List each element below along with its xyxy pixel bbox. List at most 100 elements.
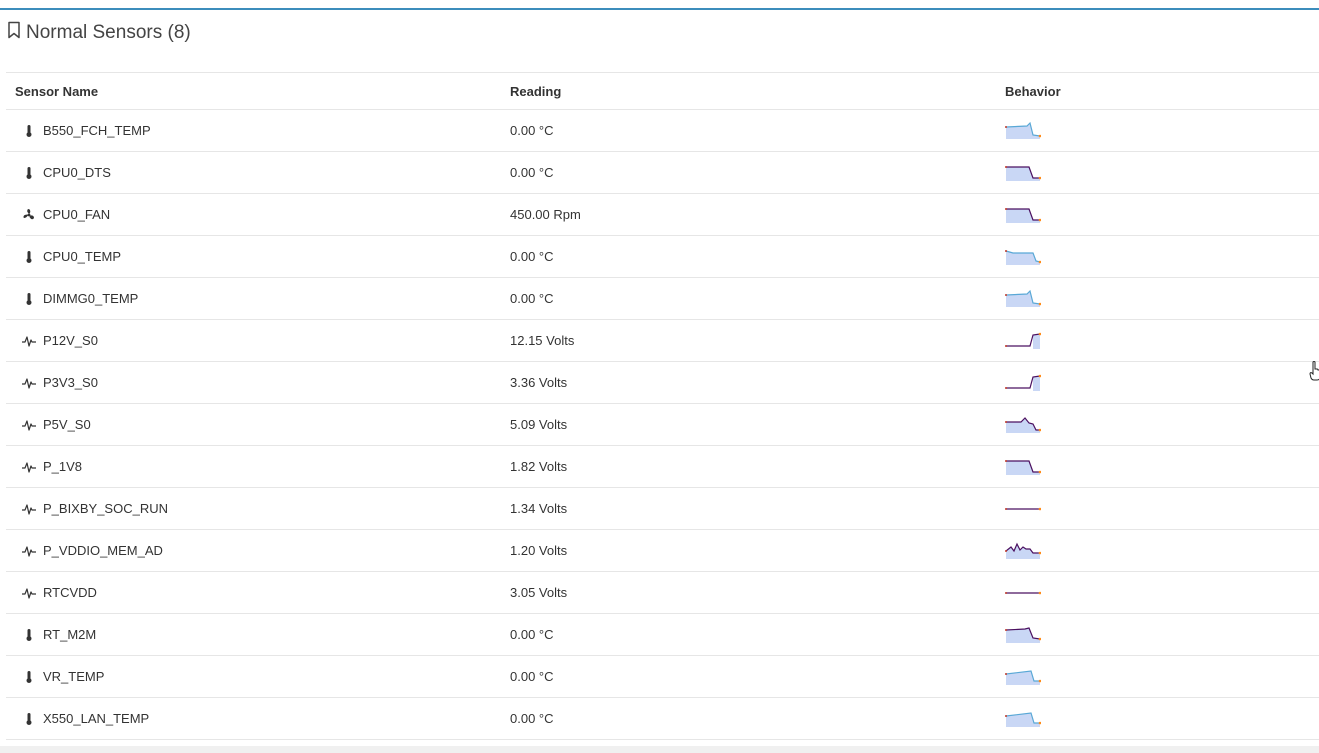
table-row[interactable]: P_BIXBY_SOC_RUN 1.34 Volts — [6, 488, 1319, 530]
sensor-name[interactable]: P_1V8 — [43, 459, 82, 474]
sensor-name[interactable]: RT_M2M — [43, 627, 96, 642]
sensor-name-cell: B550_FCH_TEMP — [6, 110, 510, 152]
sensor-reading: 3.05 Volts — [510, 585, 568, 600]
table-row[interactable]: DIMMG0_TEMP 0.00 °C — [6, 278, 1319, 320]
sensor-name-cell: X550_LAN_TEMP — [6, 698, 510, 740]
sensor-behavior-cell — [1005, 572, 1319, 614]
sparkline-start-marker — [1005, 591, 1007, 594]
table-row[interactable]: X550_LAN_TEMP 0.00 °C — [6, 698, 1319, 740]
sparkline-start-marker — [1005, 207, 1007, 210]
sensor-name[interactable]: RTCVDD — [43, 585, 97, 600]
sensor-name-cell: CPU0_FAN — [6, 194, 510, 236]
table-row[interactable]: CPU0_DTS 0.00 °C — [6, 152, 1319, 194]
sparkline-area — [1006, 166, 1040, 181]
table-row[interactable]: P3V3_S0 3.36 Volts — [6, 362, 1319, 404]
column-header-behavior[interactable]: Behavior — [1005, 72, 1319, 110]
sparkline — [1005, 711, 1041, 727]
sensor-name-cell: RTCVDD — [6, 572, 510, 614]
sensor-name[interactable]: CPU0_TEMP — [43, 249, 121, 264]
sparkline-start-marker — [1005, 386, 1007, 389]
sensor-name-cell: VR_TEMP — [6, 656, 510, 698]
table-row[interactable]: P5V_S0 5.09 Volts — [6, 404, 1319, 446]
sparkline — [1005, 374, 1041, 391]
sensor-reading: 0.00 °C — [510, 711, 554, 726]
sensor-name-cell: DIMMG0_TEMP — [6, 278, 510, 320]
sensor-behavior-cell — [1005, 194, 1319, 236]
panel-title: Normal Sensors (8) — [26, 22, 191, 43]
sparkline — [1005, 121, 1041, 139]
sensor-behavior-cell — [1005, 698, 1319, 740]
table-row[interactable]: P12V_S0 12.15 Volts — [6, 320, 1319, 362]
sensor-name[interactable]: CPU0_DTS — [43, 165, 111, 180]
table-row[interactable]: P_1V8 1.82 Volts — [6, 446, 1319, 488]
sparkline-area — [1006, 122, 1040, 139]
sparkline-area — [1006, 460, 1040, 475]
table-row[interactable]: CPU0_TEMP 0.00 °C — [6, 236, 1319, 278]
sparkline-start-marker — [1005, 293, 1007, 296]
fan-icon — [22, 208, 36, 222]
sparkline — [1005, 626, 1041, 643]
sparkline — [1005, 165, 1041, 181]
sensor-name[interactable]: B550_FCH_TEMP — [43, 123, 151, 138]
sensor-behavior-cell — [1005, 656, 1319, 698]
sensor-name[interactable]: P12V_S0 — [43, 333, 98, 348]
bookmark-icon — [6, 21, 22, 45]
sensor-reading: 0.00 °C — [510, 669, 554, 684]
sensor-behavior-cell — [1005, 236, 1319, 278]
sensor-name-cell: P3V3_S0 — [6, 362, 510, 404]
sensor-behavior-cell — [1005, 446, 1319, 488]
table-row[interactable]: RTCVDD 3.05 Volts — [6, 572, 1319, 614]
column-header-sensor-name[interactable]: Sensor Name — [6, 72, 510, 110]
sparkline — [1005, 416, 1041, 433]
thermometer-icon — [22, 628, 36, 642]
sparkline — [1005, 459, 1041, 475]
sensor-reading: 1.34 Volts — [510, 501, 568, 516]
sparkline-start-marker — [1005, 507, 1007, 510]
horizontal-scrollbar[interactable] — [0, 746, 1319, 753]
sensor-reading: 1.82 Volts — [510, 459, 568, 474]
sparkline-end-marker — [1038, 507, 1041, 510]
sensor-table: Sensor Name Reading Behavior B550_FCH_TE… — [6, 72, 1319, 740]
table-row[interactable]: RT_M2M 0.00 °C — [6, 614, 1319, 656]
column-header-reading[interactable]: Reading — [510, 72, 1005, 110]
sensor-name-cell: P12V_S0 — [6, 320, 510, 362]
sensor-behavior-cell — [1005, 320, 1319, 362]
thermometer-icon — [22, 712, 36, 726]
pulse-icon — [22, 544, 36, 558]
sensor-reading: 3.36 Volts — [510, 375, 568, 390]
sensor-name[interactable]: VR_TEMP — [43, 669, 104, 684]
table-row[interactable]: CPU0_FAN 450.00 Rpm — [6, 194, 1319, 236]
table-row[interactable]: VR_TEMP 0.00 °C — [6, 656, 1319, 698]
sensor-name[interactable]: DIMMG0_TEMP — [43, 291, 138, 306]
sparkline — [1005, 332, 1041, 349]
sparkline — [1005, 249, 1041, 265]
sensor-reading: 5.09 Volts — [510, 417, 568, 432]
sensor-name-cell: CPU0_DTS — [6, 152, 510, 194]
sensor-name[interactable]: X550_LAN_TEMP — [43, 711, 149, 726]
pulse-icon — [22, 502, 36, 516]
sparkline-start-marker — [1005, 549, 1007, 552]
sparkline-start-marker — [1005, 420, 1007, 423]
sensor-reading: 450.00 Rpm — [510, 207, 581, 222]
sensor-name[interactable]: P_VDDIO_MEM_AD — [43, 543, 163, 558]
panel-top-border — [0, 8, 1319, 10]
pulse-icon — [22, 586, 36, 600]
sensor-reading: 0.00 °C — [510, 165, 554, 180]
sparkline-start-marker — [1005, 672, 1007, 675]
pulse-icon — [22, 376, 36, 390]
thermometer-icon — [22, 670, 36, 684]
sparkline-start-marker — [1005, 165, 1007, 168]
sensor-reading: 12.15 Volts — [510, 333, 575, 348]
sensor-name[interactable]: P_BIXBY_SOC_RUN — [43, 501, 168, 516]
table-row[interactable]: P_VDDIO_MEM_AD 1.20 Volts — [6, 530, 1319, 572]
sensor-name[interactable]: P5V_S0 — [43, 417, 91, 432]
pulse-icon — [22, 334, 36, 348]
sensor-behavior-cell — [1005, 110, 1319, 152]
sparkline-area — [1033, 375, 1040, 391]
sparkline-start-marker — [1005, 714, 1007, 717]
sparkline — [1005, 507, 1041, 510]
sensor-name[interactable]: P3V3_S0 — [43, 375, 98, 390]
sparkline-start-marker — [1005, 249, 1007, 252]
table-row[interactable]: B550_FCH_TEMP 0.00 °C — [6, 110, 1319, 152]
sensor-name[interactable]: CPU0_FAN — [43, 207, 110, 222]
